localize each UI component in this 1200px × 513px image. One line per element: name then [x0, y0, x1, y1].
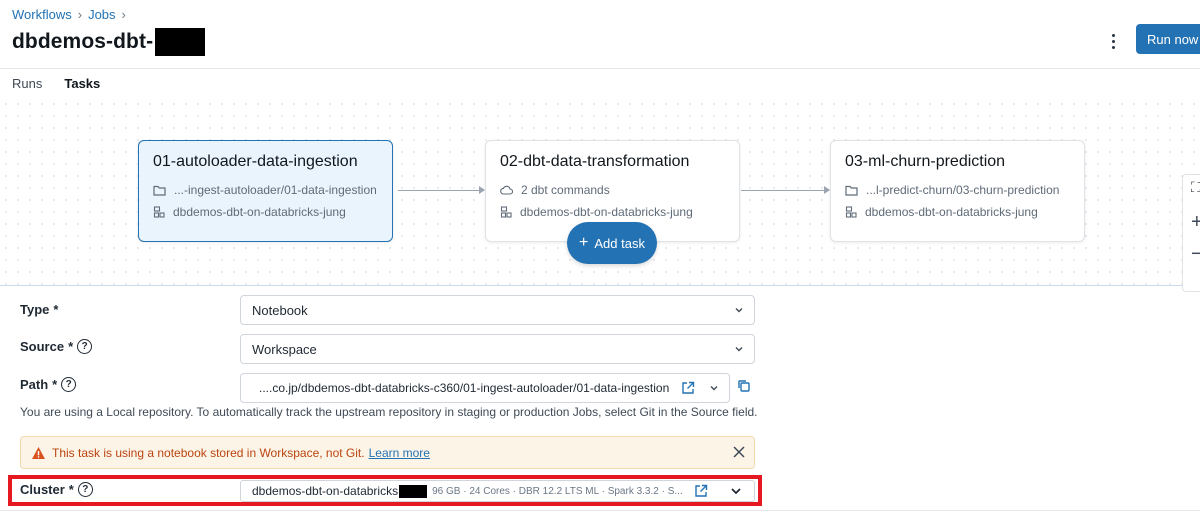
plus-icon: +	[579, 234, 589, 251]
task-path: ...l-predict-churn/03-churn-prediction	[866, 183, 1060, 197]
required-mark: *	[68, 482, 74, 497]
add-task-label: Add task	[594, 235, 645, 251]
cluster-meta: 96 GB · 24 Cores · DBR 12.2 LTS ML · Spa…	[432, 485, 683, 497]
path-value: ....co.jp/dbdemos-dbt-databricks-c360/01…	[259, 381, 670, 395]
task-cluster: dbdemos-dbt-on-databricks-jung	[520, 205, 693, 219]
close-icon[interactable]	[732, 445, 746, 459]
task-graph-canvas[interactable]: 01-autoloader-data-ingestion ...-ingest-…	[0, 98, 1200, 292]
task-cluster-row: dbdemos-dbt-on-databricks-jung	[845, 205, 1070, 219]
type-label: Type *	[20, 302, 58, 317]
redaction-block	[155, 28, 206, 56]
breadcrumb-jobs[interactable]: Jobs	[88, 7, 115, 22]
type-label-text: Type	[20, 302, 50, 317]
source-value: Workspace	[252, 341, 317, 357]
canvas-toolbar: ⛶ + −	[1182, 174, 1200, 292]
page-title: dbdemos-dbt-	[12, 30, 154, 53]
chevron-down-icon	[735, 347, 743, 352]
cluster-icon	[500, 206, 512, 218]
page-title-row: dbdemos-dbt-	[12, 28, 206, 56]
local-repo-hint: You are using a Local repository. To aut…	[20, 405, 758, 419]
task-name: 01-autoloader-data-ingestion	[153, 153, 358, 170]
warning-text: This task is using a notebook stored in …	[52, 445, 365, 460]
header-divider	[0, 68, 1200, 69]
breadcrumb: Workflows › Jobs ›	[12, 7, 126, 22]
task-path-row: 2 dbt commands	[500, 183, 725, 197]
task-path: ...-ingest-autoloader/01-data-ingestion	[174, 183, 377, 197]
zoom-in-icon[interactable]: +	[1191, 211, 1200, 234]
task-name: 03-ml-churn-prediction	[845, 153, 1006, 170]
folder-icon	[153, 185, 166, 196]
chevron-down-icon	[710, 386, 718, 391]
external-link-icon[interactable]	[694, 484, 708, 498]
source-select[interactable]: Workspace	[240, 334, 755, 364]
cluster-icon	[845, 206, 857, 218]
help-icon[interactable]: ?	[77, 339, 93, 354]
task-cluster-row: dbdemos-dbt-on-databricks-jung	[500, 205, 725, 219]
copy-icon[interactable]	[737, 379, 751, 393]
cluster-label: Cluster * ?	[20, 482, 93, 497]
redaction-block	[399, 484, 428, 498]
path-label: Path * ?	[20, 377, 77, 392]
tab-runs[interactable]: Runs	[12, 76, 42, 100]
more-options-icon[interactable]	[1104, 30, 1122, 52]
external-link-icon[interactable]	[681, 381, 695, 395]
breadcrumb-separator: ›	[77, 7, 83, 22]
source-label: Source * ?	[20, 339, 93, 354]
required-mark: *	[68, 339, 74, 354]
help-icon[interactable]: ?	[61, 377, 77, 392]
cluster-icon	[153, 206, 165, 218]
task-cluster: dbdemos-dbt-on-databricks-jung	[865, 205, 1038, 219]
learn-more-link[interactable]: Learn more	[369, 446, 430, 460]
breadcrumb-separator: ›	[121, 7, 126, 22]
task-cluster: dbdemos-dbt-on-databricks-jung	[173, 205, 346, 219]
warning-icon	[32, 446, 45, 459]
cluster-name: dbdemos-dbt-on-databricks	[252, 484, 399, 498]
bottom-divider	[0, 510, 1200, 511]
add-task-button[interactable]: + Add task	[567, 222, 657, 264]
breadcrumb-workflows[interactable]: Workflows	[12, 7, 72, 22]
dependency-arrow	[741, 186, 830, 194]
task-name: 02-dbt-data-transformation	[500, 153, 690, 170]
tab-bar: Runs Tasks	[12, 76, 101, 100]
cluster-select[interactable]: dbdemos-dbt-on-databricks 96 GB · 24 Cor…	[240, 480, 755, 502]
help-icon[interactable]: ?	[77, 482, 93, 497]
task-cluster-row: dbdemos-dbt-on-databricks-jung	[153, 205, 378, 219]
tab-tasks[interactable]: Tasks	[64, 76, 101, 100]
folder-icon	[845, 185, 858, 196]
task-card-01-autoloader[interactable]: 01-autoloader-data-ingestion ...-ingest-…	[138, 140, 393, 242]
task-path: 2 dbt commands	[521, 183, 610, 197]
fit-view-icon[interactable]: ⛶	[1191, 179, 1200, 196]
source-label-text: Source	[20, 339, 65, 354]
required-mark: *	[53, 302, 59, 317]
cluster-label-text: Cluster	[20, 482, 65, 497]
required-mark: *	[52, 377, 58, 392]
cloud-icon	[500, 185, 513, 195]
task-path-row: ...-ingest-autoloader/01-data-ingestion	[153, 183, 378, 197]
warning-banner: This task is using a notebook stored in …	[20, 436, 755, 469]
chevron-down-icon	[735, 308, 743, 313]
run-now-button[interactable]: Run now	[1136, 24, 1200, 54]
task-card-03-ml[interactable]: 03-ml-churn-prediction ...l-predict-chur…	[830, 140, 1085, 242]
dependency-arrow	[398, 186, 485, 194]
chevron-down-icon	[731, 488, 741, 495]
path-label-text: Path	[20, 377, 49, 392]
type-value: Notebook	[252, 302, 308, 318]
path-input[interactable]: ....co.jp/dbdemos-dbt-databricks-c360/01…	[240, 373, 730, 403]
zoom-out-icon[interactable]: −	[1191, 243, 1200, 266]
type-select[interactable]: Notebook	[240, 295, 755, 325]
task-path-row: ...l-predict-churn/03-churn-prediction	[845, 183, 1070, 197]
